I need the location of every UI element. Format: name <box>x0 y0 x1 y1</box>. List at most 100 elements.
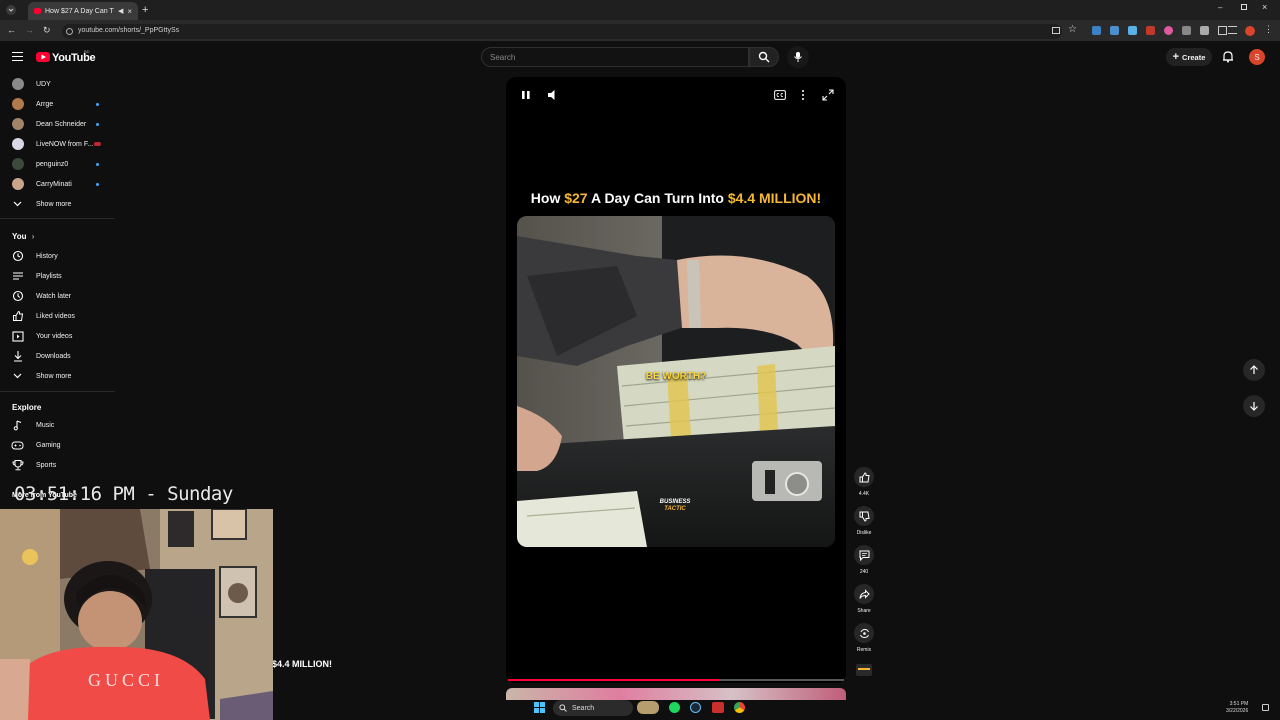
extension-icon[interactable] <box>1128 26 1137 35</box>
sidebar-item-label: History <box>36 252 58 260</box>
pause-icon[interactable] <box>521 90 531 100</box>
close-window-icon[interactable]: × <box>1262 2 1267 12</box>
browser-menu-icon[interactable]: ⋮ <box>1264 24 1273 35</box>
forward-icon[interactable]: → <box>25 25 34 35</box>
create-button[interactable]: + Create <box>1166 48 1212 66</box>
microphone-icon <box>794 52 802 62</box>
shirt-print: GUCCI <box>88 670 165 690</box>
you-section-title[interactable]: You › <box>12 232 34 241</box>
back-icon[interactable]: ← <box>7 25 16 35</box>
sound-thumbnail[interactable] <box>856 664 872 676</box>
taskbar-app-icon[interactable] <box>637 701 659 714</box>
extension-icon[interactable] <box>1092 26 1101 35</box>
remix-label: Remix <box>856 647 872 653</box>
bookmark-star-icon[interactable]: ☆ <box>1068 24 1077 35</box>
explore-section-title: Explore <box>12 403 42 412</box>
history-icon <box>11 250 24 263</box>
restore-icon[interactable] <box>1241 4 1247 10</box>
spotify-icon[interactable] <box>669 702 680 713</box>
voice-search-button[interactable] <box>787 46 809 68</box>
tab-close-icon[interactable]: × <box>127 7 132 16</box>
url-field[interactable]: youtube.com/shorts/_PpPGttySs <box>62 24 1062 39</box>
logo-region: BD <box>84 49 90 54</box>
search-button[interactable] <box>749 47 779 67</box>
guide-menu-icon[interactable] <box>12 52 23 61</box>
install-app-icon[interactable] <box>1052 27 1060 34</box>
like-button[interactable]: 4.4K <box>852 467 876 497</box>
like-count: 4.4K <box>858 491 870 497</box>
minimize-icon[interactable]: – <box>1218 3 1222 12</box>
sidebar-item-history[interactable]: History <box>0 246 115 266</box>
share-button[interactable]: Share <box>852 584 876 614</box>
subscription-item[interactable]: penguinz0 <box>0 154 115 174</box>
tab-groups-icon[interactable] <box>1228 26 1237 34</box>
notification-center-icon[interactable] <box>1262 704 1269 711</box>
sidebar-item-sports[interactable]: Sports <box>0 455 115 475</box>
previous-short-button[interactable] <box>1243 359 1265 381</box>
extension-icon[interactable] <box>1182 26 1191 35</box>
subscriptions-show-more[interactable]: Show more <box>0 194 115 214</box>
sidebar-item-label: Liked videos <box>36 312 75 320</box>
title-text: A Day Can Turn Into <box>587 190 728 206</box>
extension-icon[interactable] <box>1200 26 1209 35</box>
arrow-up-icon <box>1250 365 1258 374</box>
extension-icon[interactable] <box>1164 26 1173 35</box>
subscription-item[interactable]: LiveNOW from F... <box>0 134 115 154</box>
next-short-peek[interactable] <box>506 688 846 700</box>
taskbar-app-icon[interactable] <box>712 702 724 713</box>
steam-icon[interactable] <box>690 702 701 713</box>
channel-watermark: BUSINESS TACTIC <box>645 499 705 513</box>
tab-audio-icon[interactable]: ◀ <box>118 7 123 15</box>
chevron-down-icon <box>11 370 24 383</box>
system-date: 3/22/2026 <box>1226 708 1249 714</box>
sidebar-item-watch-later[interactable]: Watch later <box>0 286 115 306</box>
sidebar-item-music[interactable]: Music <box>0 415 115 435</box>
subscription-item[interactable]: UDY <box>0 74 115 94</box>
subscription-item[interactable]: Dean Schneider <box>0 114 115 134</box>
comments-button[interactable]: 240 <box>852 545 876 575</box>
channel-avatar <box>11 158 24 170</box>
gaming-icon <box>11 439 24 452</box>
taskbar-search[interactable]: Search <box>553 700 633 716</box>
more-options-icon[interactable] <box>800 89 806 101</box>
next-short-button[interactable] <box>1243 395 1265 417</box>
windows-start-icon[interactable] <box>534 702 545 713</box>
tab-search-icon[interactable] <box>6 5 16 15</box>
captions-icon[interactable] <box>774 90 786 100</box>
you-show-more[interactable]: Show more <box>0 366 115 386</box>
sidebar-item-gaming[interactable]: Gaming <box>0 435 115 455</box>
browser-tab-bar <box>0 0 1280 20</box>
reload-icon[interactable]: ↻ <box>43 25 51 36</box>
puzzle-extensions-icon[interactable] <box>1218 26 1227 35</box>
sidebar-item-your-videos[interactable]: Your videos <box>0 326 115 346</box>
system-clock[interactable]: 3:51 PM 3/22/2026 <box>1226 701 1248 715</box>
new-content-dot <box>96 122 99 126</box>
fullscreen-icon[interactable] <box>822 89 834 101</box>
extension-icon[interactable] <box>1110 26 1119 35</box>
volume-icon[interactable] <box>547 89 559 101</box>
sidebar-item-playlists[interactable]: Playlists <box>0 266 115 286</box>
watermark-line: TACTIC <box>664 506 686 512</box>
subscription-item[interactable]: Arrge <box>0 94 115 114</box>
extension-icon[interactable] <box>1146 26 1155 35</box>
remix-icon <box>854 623 874 643</box>
plus-icon: + <box>1172 51 1180 63</box>
profile-icon[interactable] <box>1245 26 1255 36</box>
active-tab[interactable]: How $27 A Day Can Turn In ◀ × <box>28 2 138 20</box>
account-avatar[interactable]: S <box>1249 49 1265 65</box>
notifications-bell-icon[interactable] <box>1222 50 1234 63</box>
search-input[interactable]: Search <box>481 47 749 67</box>
dislike-button[interactable]: Dislike <box>852 506 876 536</box>
comment-icon <box>854 545 874 565</box>
your-videos-icon <box>11 330 24 343</box>
stream-clock: 03:51:16 PM - Sunday <box>14 483 233 505</box>
channel-avatar <box>11 138 24 150</box>
new-tab-icon[interactable]: + <box>142 4 148 16</box>
youtube-logo-icon[interactable] <box>36 52 50 62</box>
sidebar-item-downloads[interactable]: Downloads <box>0 346 115 366</box>
subscription-item[interactable]: CarryMinati <box>0 174 115 194</box>
chrome-icon[interactable] <box>734 702 745 713</box>
sidebar-item-liked-videos[interactable]: Liked videos <box>0 306 115 326</box>
remix-button[interactable]: Remix <box>852 623 876 653</box>
site-info-icon[interactable] <box>66 28 73 35</box>
